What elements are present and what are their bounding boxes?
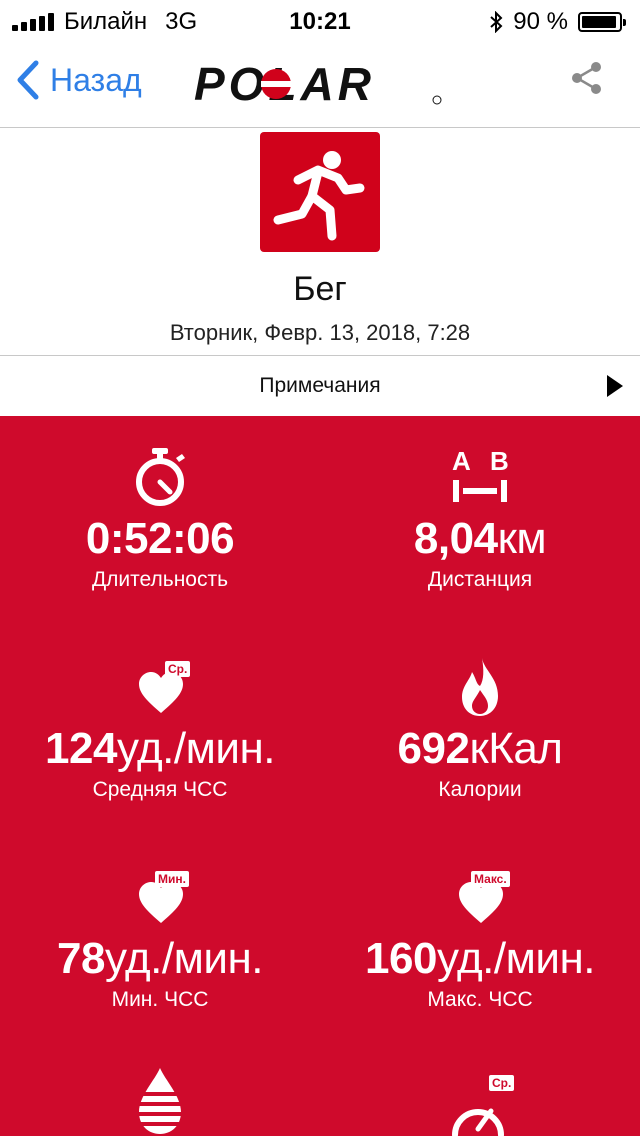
speedometer-avg-icon: Ср. xyxy=(445,1071,515,1136)
stat-min-hr: Мин. 78уд./мин. Мин. ЧСС xyxy=(0,862,320,1012)
stat-value: 8,04 xyxy=(413,514,498,563)
distance-icon: A B xyxy=(452,446,509,502)
stat-unit: кКал xyxy=(469,724,563,773)
battery-icon xyxy=(578,12,626,32)
distance-icon-b: B xyxy=(490,446,509,476)
bluetooth-icon xyxy=(490,11,503,33)
heart-max-icon: Макс. xyxy=(445,867,515,927)
heart-avg-icon: Ср. xyxy=(125,657,195,717)
badge-label: Ср. xyxy=(165,661,191,677)
play-arrow-icon xyxy=(607,375,623,397)
navigation-bar: Назад POLAR xyxy=(0,40,640,128)
back-label: Назад xyxy=(50,61,142,98)
stopwatch-icon xyxy=(136,448,185,506)
stat-distance: A B 8,04км Дистанция xyxy=(320,442,640,592)
sport-name: Бег xyxy=(293,270,347,308)
stat-avg-speed: Ср. xyxy=(320,1066,640,1136)
running-icon xyxy=(260,132,380,252)
heart-min-icon: Мин. xyxy=(125,867,195,927)
session-date: Вторник, Февр. 13, 2018, 7:28 xyxy=(169,320,471,345)
badge-label: Мин. xyxy=(155,871,189,887)
stat-label: Макс. ЧСС xyxy=(427,988,533,1011)
chevron-left-icon xyxy=(17,60,39,100)
fat-burn-icon xyxy=(139,1068,181,1134)
stats-panel: 0:52:06 Длительность A B 8,04км Дистанци… xyxy=(0,416,640,1136)
status-bar: Билайн 3G 10:21 90 % xyxy=(0,0,640,40)
stat-unit: уд./мин. xyxy=(436,934,596,983)
battery-percent: 90 % xyxy=(513,8,568,35)
notes-row[interactable]: Примечания xyxy=(0,356,640,416)
stat-value: 160 xyxy=(365,934,437,983)
stat-duration: 0:52:06 Длительность xyxy=(0,442,320,592)
stat-value: 124 xyxy=(45,724,117,773)
stat-value: 78 xyxy=(57,934,105,983)
flame-icon xyxy=(462,658,498,716)
stat-fat-burn xyxy=(0,1066,320,1136)
stat-value: 692 xyxy=(397,724,470,773)
status-right: 90 % xyxy=(489,8,626,36)
badge-label: Макс. xyxy=(471,871,510,887)
stat-label: Средняя ЧСС xyxy=(92,778,228,801)
activity-header: Бег Вторник, Февр. 13, 2018, 7:28 xyxy=(0,128,640,356)
stat-avg-hr: Ср. 124уд./мин. Средняя ЧСС xyxy=(0,652,320,802)
stat-label: Длительность xyxy=(91,568,229,591)
stat-unit: уд./мин. xyxy=(104,934,264,983)
share-icon[interactable] xyxy=(570,60,604,96)
stat-unit: уд./мин. xyxy=(116,724,276,773)
stat-label: Калории xyxy=(438,778,522,801)
polar-logo: POLAR xyxy=(194,62,442,106)
notes-label: Примечания xyxy=(259,374,381,397)
stat-unit: км xyxy=(497,514,547,563)
stat-calories: 692кКал Калории xyxy=(320,652,640,802)
stat-label: Мин. ЧСС xyxy=(111,988,209,1011)
back-button[interactable]: Назад xyxy=(16,60,142,100)
stat-label: Дистанция xyxy=(427,568,533,591)
badge-label: Ср. xyxy=(489,1075,515,1091)
stat-max-hr: Макс. 160уд./мин. Макс. ЧСС xyxy=(320,862,640,1012)
distance-icon-a: A xyxy=(452,446,471,476)
stat-value: 0:52:06 xyxy=(85,514,235,563)
